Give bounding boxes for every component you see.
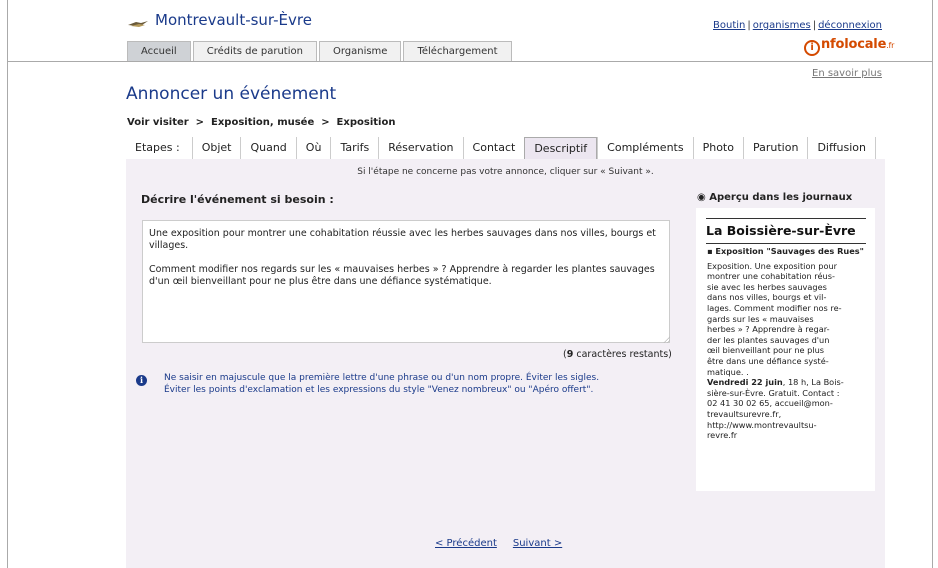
writing-advice: Ne saisir en majuscule que la première l… [164,373,599,396]
brand-suffix: .fr [886,41,895,50]
step-tab-objet[interactable]: Objet [191,137,241,159]
site-name[interactable]: Montrevault-sur-Èvre [155,11,312,29]
preview-line: gards sur les « mauvaises [707,313,814,324]
preview-body: ▪ Exposition "Sauvages des Rues" Exposit… [707,246,870,441]
preview-line: revre.fr [707,430,738,441]
step-tab-ou[interactable]: Où [295,137,331,159]
site-logo [128,15,148,27]
nav-tab-organisme[interactable]: Organisme [318,41,402,61]
info-icon: i [136,375,147,386]
newspaper-preview: La Boissière-sur-Èvre ▪ Exposition "Sauv… [696,208,875,491]
step-tab-parution[interactable]: Parution [742,137,807,159]
preview-date-line: Vendredi 22 juin, 18 h, La Bois- [707,377,870,388]
step-tab-descriptif[interactable]: Descriptif [524,137,598,160]
header-divider [8,61,932,62]
preview-town-rule [706,243,866,244]
advice-line: Ne saisir en majuscule que la première l… [164,373,600,383]
preview-heading: ▪ Exposition "Sauvages des Rues" [707,246,864,256]
learn-more-link[interactable]: En savoir plus [812,68,882,79]
preview-line: herbes » ? Apprendre à regar- [707,324,830,335]
preview-line: être dans une défiance systé- [707,355,829,366]
step-tab-quand[interactable]: Quand [240,137,295,159]
step-tabs: Etapes : Objet Quand Où Tarifs Réservati… [130,137,877,160]
preview-label: ◉ Aperçu dans les journaux [697,192,853,203]
preview-line: matique. . [707,366,749,377]
char-counter: (9 caractères restants) [563,349,672,360]
main-nav: Accueil Crédits de parution Organisme Té… [127,41,514,61]
preview-town: La Boissière-sur-Èvre [706,223,856,238]
step-panel: Si l'étape ne concerne pas votre annonce… [126,159,885,568]
brand-name: nfolocale [821,37,887,52]
step-tab-tarifs[interactable]: Tarifs [330,137,378,159]
preview-line: sie avec les herbes sauvages [707,281,827,292]
preview-line: lages. Comment modifier nos re- [707,302,842,313]
preview-line: Exposition. Une exposition pour [707,260,838,271]
counter-text: caractères restants) [573,349,672,360]
logout-link[interactable]: déconnexion [818,20,882,31]
user-link[interactable]: Boutin [713,20,745,31]
description-label: Décrire l'événement si besoin : [141,193,334,206]
preview-date: Vendredi 22 juin [707,377,783,388]
resize-handle[interactable] [663,336,670,343]
separator: | [747,20,751,31]
step-tab-reservation[interactable]: Réservation [378,137,462,159]
step-tab-photo[interactable]: Photo [692,137,743,159]
next-link[interactable]: Suivant > [513,538,562,549]
nav-tab-credits[interactable]: Crédits de parution [192,41,317,61]
separator: | [812,20,817,31]
nav-tab-accueil[interactable]: Accueil [127,41,191,61]
skip-hint: Si l'étape ne concerne pas votre annonce… [357,167,654,177]
preview-line: http://www.montrevaultsu- [707,419,817,430]
info-circle-icon: i [804,40,820,56]
step-tab-complements[interactable]: Compléments [597,137,692,159]
steps-label: Etapes : [135,141,180,154]
user-links: Boutin | organismes | déconnexion [713,20,882,31]
step-tab-diffusion[interactable]: Diffusion [807,137,877,159]
preview-line: montrer une cohabitation réus- [707,271,835,282]
organisations-link[interactable]: organismes [753,20,811,31]
preview-top-rule [706,218,866,219]
nav-tab-telechargement[interactable]: Téléchargement [403,41,512,61]
infolocale-logo[interactable]: i nfolocale.fr [804,37,894,56]
preview-date-rest: , 18 h, La Bois- [782,377,844,388]
page-title: Annoncer un événement [126,84,337,104]
preview-line: sière-sur-Èvre. Gratuit. Contact : [707,387,840,398]
preview-line: trevaultsurevre.fr, [707,408,782,419]
step-tab-contact[interactable]: Contact [462,137,525,159]
preview-line: der les plantes sauvages d'un [707,334,830,345]
preview-line: dans nos villes, bourgs et vil- [707,292,827,303]
description-textarea[interactable]: Une exposition pour montrer une cohabita… [142,220,670,343]
pager: < Précédent Suivant > [435,538,578,549]
preview-line: œil bienveillant pour ne plus [707,345,825,356]
preview-line: 02 41 30 02 65, accueil@mon- [707,398,833,409]
breadcrumb: Voir visiter > Exposition, musée > Expos… [127,117,396,128]
page-frame: Montrevault-sur-Èvre Boutin | organismes | d… [7,0,933,568]
advice-line: Éviter les points d'exclamation et les e… [164,384,594,395]
previous-link[interactable]: < Précédent [435,538,497,549]
